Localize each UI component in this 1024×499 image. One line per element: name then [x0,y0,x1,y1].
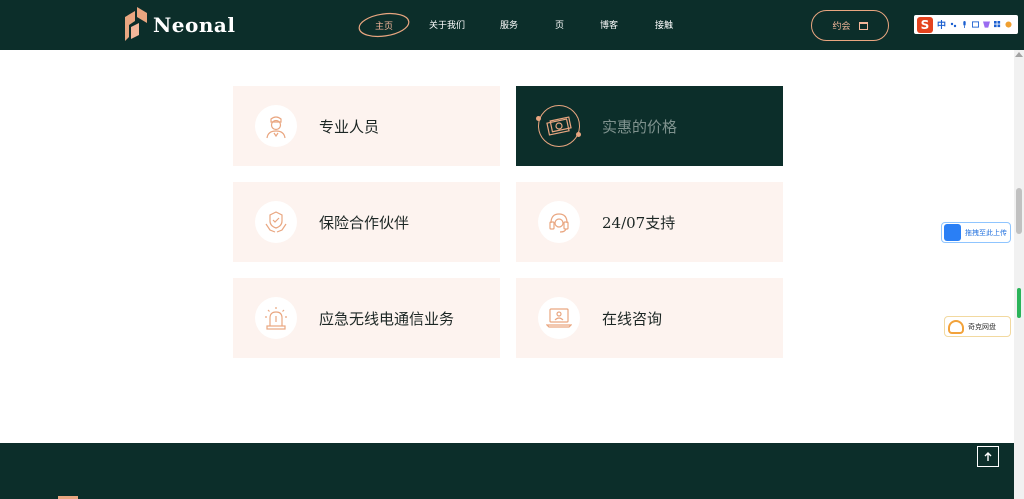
back-to-top-button[interactable] [977,446,999,467]
brand-logo[interactable]: Neonal [125,7,235,43]
feature-title: 24/07支持 [602,214,676,232]
feature-title: 应急无线电通信业务 [319,310,455,328]
scroll-marker [1017,288,1021,318]
feature-card[interactable]: 专业人员 [233,86,500,166]
logo-mark-icon [125,7,147,41]
nav-item-contact[interactable]: 接触 [655,18,673,31]
appointment-button[interactable]: 约会 [811,10,889,41]
appointment-label: 约会 [832,21,851,31]
microphone-icon[interactable] [961,21,968,28]
page-scrollbar[interactable] [1014,50,1024,499]
feature-title: 专业人员 [319,118,380,136]
feature-card[interactable]: 应急无线电通信业务 [233,278,500,358]
feature-title: 在线咨询 [602,310,663,328]
drag-upload-label: 拖拽至此上传 [965,229,1007,237]
site-footer [0,443,1014,499]
cloud-drive-label: 奇克网盘 [968,323,996,331]
nav-item-home[interactable]: 主页 [358,11,410,39]
money-icon [546,116,572,136]
nav-label-home: 主页 [374,21,393,31]
toolbox-icon[interactable] [994,21,1001,28]
feature-card[interactable]: 保险合作伙伴 [233,182,500,262]
feature-card[interactable]: 在线咨询 [516,278,783,358]
scroll-up-arrow-icon[interactable] [1015,52,1023,57]
icon-circle [255,105,297,147]
arrow-up-icon [984,451,992,461]
icon-circle [538,201,580,243]
orbit-dot [536,116,541,121]
icon-circle [538,297,580,339]
punctuation-icon[interactable] [950,21,957,28]
site-header: Neonal 主页 关于我们 服务 页 博客 接触 约会 S 中 [0,0,1024,50]
ime-lang[interactable]: 中 [937,18,946,31]
calendar-icon [858,21,868,30]
scroll-thumb[interactable] [1016,188,1022,234]
mascot-icon[interactable] [1005,21,1012,28]
feature-card-active[interactable]: 实惠的价格 [516,86,783,166]
cloud-drive-widget[interactable]: 奇克网盘 [944,316,1011,337]
feature-card[interactable]: 24/07支持 [516,182,783,262]
sogou-logo-icon: S [917,16,933,33]
nav-item-pages[interactable]: 页 [555,18,564,31]
shield-hands-icon [265,211,287,233]
nurse-icon [266,116,286,139]
feature-title: 实惠的价格 [602,118,678,136]
nav-item-about[interactable]: 关于我们 [429,18,465,31]
brand-name: Neonal [153,13,236,37]
cloud-upload-icon [944,224,961,241]
icon-circle [538,105,580,147]
headset-icon [549,213,569,233]
feature-title: 保险合作伙伴 [319,214,410,232]
drag-upload-widget[interactable]: 拖拽至此上传 [941,222,1011,243]
icon-circle [255,201,297,243]
nav-item-blog[interactable]: 博客 [600,18,618,31]
ime-toolbar[interactable]: S 中 [914,15,1018,34]
orbit-dot [576,132,581,137]
icon-circle [255,297,297,339]
cloud-icon [948,319,964,334]
keyboard-icon[interactable] [972,21,980,28]
laptop-consult-icon [546,308,572,328]
nav-item-services[interactable]: 服务 [500,18,518,31]
skin-icon[interactable] [983,21,991,28]
siren-icon [265,307,287,330]
